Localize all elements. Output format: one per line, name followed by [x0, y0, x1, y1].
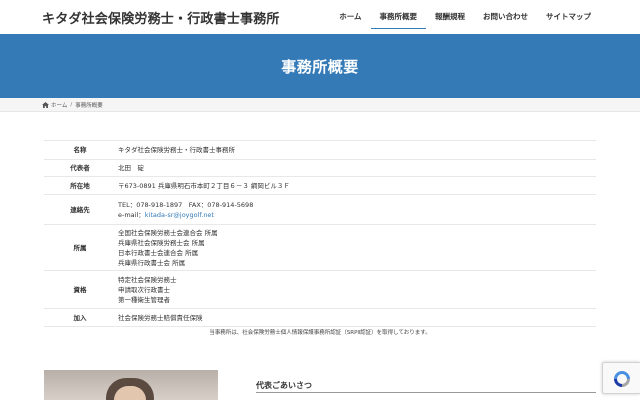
list-item: 第一種衛生管理者 [118, 295, 170, 304]
contact-phone-fax: TEL：078-918-1897 FAX：078-914-5698 [118, 200, 254, 209]
table-row: 資格 特定社会保険労務士 申請取次行政書士 第一種衛生管理者 [44, 270, 596, 309]
breadcrumb-bar: ホーム / 事務所概要 [0, 98, 640, 112]
email-prefix: e-mail： [118, 210, 145, 219]
page-title: 事務所概要 [281, 58, 359, 76]
office-info-table: 名称 キタダ社会保険労務士・行政書士事務所 代表者 北田 碇 所在地 〒673-… [44, 140, 596, 327]
table-row: 所属 全国社会保険労務士会連合会 所属 兵庫県社会保険労務士会 所属 日本行政書… [44, 224, 596, 271]
greeting-divider [256, 392, 596, 393]
home-icon[interactable] [42, 102, 49, 108]
site-header: キタダ社会保険労務士・行政書士事務所 ホーム 事務所概要 報酬規程 お問い合わせ… [0, 0, 640, 34]
row-label-contact: 連絡先 [44, 194, 116, 225]
greeting-heading: 代表ごあいさつ [256, 381, 312, 390]
breadcrumb-separator: / [70, 102, 73, 108]
nav-item-office-overview[interactable]: 事務所概要 [370, 0, 427, 34]
row-label-qualifications: 資格 [44, 270, 116, 309]
row-value-address: 〒673-0891 兵庫県明石市本町２丁目６－３ 綱岡ビル３Ｆ [116, 176, 596, 195]
row-value-affiliation: 全国社会保険労務士会連合会 所属 兵庫県社会保険労務士会 所属 日本行政書士会連… [116, 224, 596, 271]
page-hero: 事務所概要 [0, 34, 640, 98]
breadcrumb-current: 事務所概要 [75, 103, 103, 109]
certification-note: 当事務所は、社会保険労務士個人情報保護事務所認証（SRPⅡ認証）を取得しておりま… [209, 330, 431, 336]
nav-item-sitemap[interactable]: サイトマップ [537, 0, 600, 34]
row-value-representative: 北田 碇 [116, 159, 596, 177]
nav-item-fees[interactable]: 報酬規程 [426, 0, 474, 34]
row-label-address: 所在地 [44, 176, 116, 195]
list-item: 日本行政書士会連合会 所属 [118, 248, 199, 257]
breadcrumb-home-link[interactable]: ホーム [51, 101, 67, 109]
main-nav: ホーム 事務所概要 報酬規程 お問い合わせ サイトマップ [330, 0, 600, 34]
table-row: 連絡先 TEL：078-918-1897 FAX：078-914-5698 e-… [44, 194, 596, 225]
list-item: 申請取次行政書士 [118, 285, 170, 294]
list-item: 兵庫県行政書士会 所属 [118, 258, 186, 267]
list-item: 全国社会保険労務士会連合会 所属 [118, 228, 218, 237]
table-row: 代表者 北田 碇 [44, 159, 596, 177]
representative-photo [44, 370, 218, 400]
table-row: 名称 キタダ社会保険労務士・行政書士事務所 [44, 140, 596, 160]
contact-email-line: e-mail： kitada-sr@joygolf.net [118, 210, 596, 220]
row-label-insurance: 加入 [44, 308, 116, 327]
list-item: 兵庫県社会保険労務士会 所属 [118, 238, 205, 247]
nav-item-contact[interactable]: お問い合わせ [474, 0, 537, 34]
row-label-affiliation: 所属 [44, 224, 116, 271]
site-title[interactable]: キタダ社会保険労務士・行政書士事務所 [42, 8, 280, 27]
row-label-name: 名称 [44, 140, 116, 160]
row-label-representative: 代表者 [44, 159, 116, 177]
nav-item-home[interactable]: ホーム [330, 0, 370, 34]
row-value-qualifications: 特定社会保険労務士 申請取次行政書士 第一種衛生管理者 [116, 270, 596, 309]
recaptcha-badge[interactable] [602, 362, 640, 394]
row-value-name: キタダ社会保険労務士・行政書士事務所 [116, 140, 596, 160]
list-item: 特定社会保険労務士 [118, 275, 177, 284]
email-link[interactable]: kitada-sr@joygolf.net [145, 210, 214, 220]
table-row: 加入 社会保険労務士賠償責任保険 [44, 308, 596, 327]
breadcrumb: ホーム / 事務所概要 [42, 98, 103, 112]
table-row: 所在地 〒673-0891 兵庫県明石市本町２丁目６－３ 綱岡ビル３Ｆ [44, 176, 596, 195]
row-value-contact: TEL：078-918-1897 FAX：078-914-5698 e-mail… [116, 194, 596, 225]
row-value-insurance: 社会保険労務士賠償責任保険 [116, 308, 596, 327]
recaptcha-icon [614, 371, 630, 387]
